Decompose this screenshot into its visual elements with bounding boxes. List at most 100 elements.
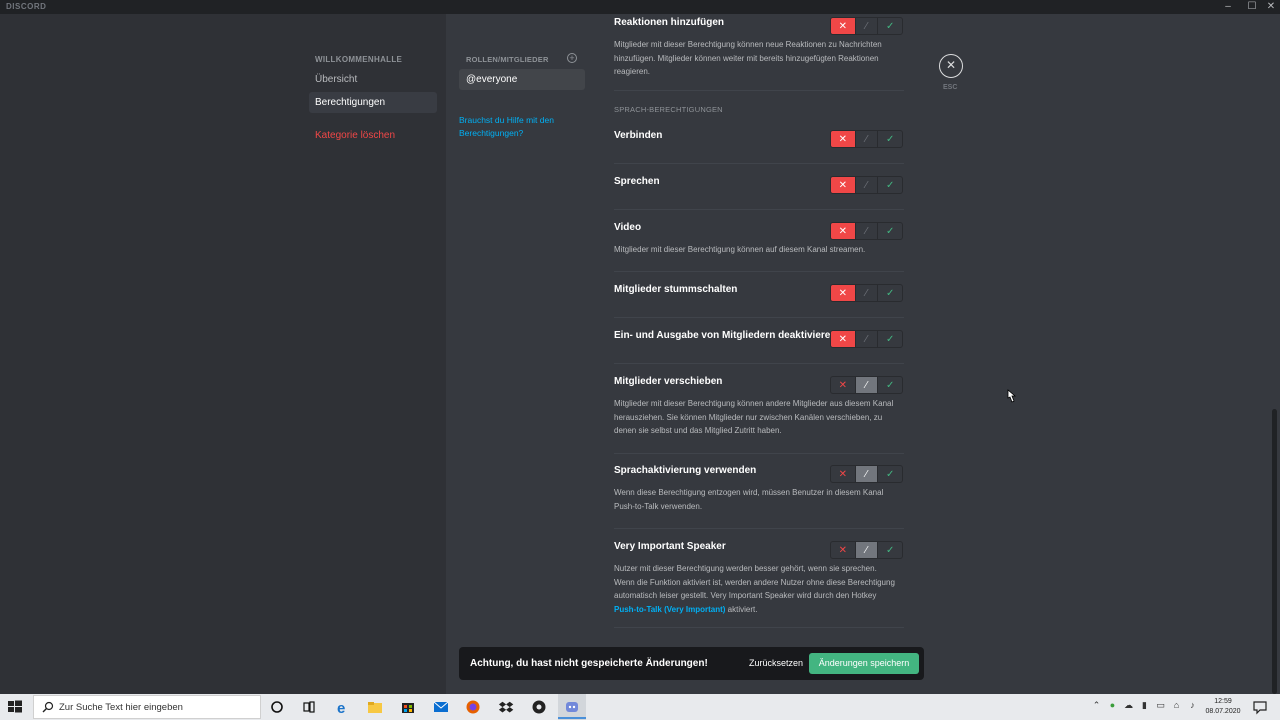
check-icon: ✓ <box>885 20 895 32</box>
reset-button[interactable]: Zurücksetzen <box>749 658 803 668</box>
permission-description: Mitglieder mit dieser Berechtigung könne… <box>614 245 866 254</box>
check-icon: ✓ <box>885 225 895 237</box>
deny-button[interactable]: ✕ <box>831 285 855 301</box>
neutral-button[interactable]: ⁄ <box>854 466 879 482</box>
minimize-button[interactable]: – <box>1219 0 1237 14</box>
deny-button[interactable]: ✕ <box>831 223 855 239</box>
close-icon: ✕ <box>838 179 848 191</box>
discord-icon[interactable] <box>564 699 580 715</box>
clock[interactable]: 12:59 08.07.2020 <box>1200 697 1246 717</box>
mouse-cursor <box>1007 389 1016 403</box>
search-icon <box>42 701 54 713</box>
slash-icon: ⁄ <box>865 468 868 480</box>
deny-button[interactable]: ✕ <box>831 377 855 393</box>
permission-title: Sprechen <box>614 176 660 187</box>
close-icon: ✕ <box>838 468 848 480</box>
maximize-button[interactable]: ☐ <box>1243 0 1261 14</box>
slash-icon: ⁄ <box>865 287 868 299</box>
allow-button[interactable]: ✓ <box>878 285 902 301</box>
check-icon: ✓ <box>885 179 895 191</box>
obs-icon[interactable] <box>531 699 547 715</box>
permission-toggle: ✕ ⁄ ✓ <box>830 541 903 559</box>
store-icon[interactable] <box>400 699 416 715</box>
task-view-icon[interactable] <box>301 699 317 715</box>
sidebar-item-overview[interactable]: Übersicht <box>309 69 437 90</box>
deny-button[interactable]: ✕ <box>831 18 855 34</box>
close-icon: ✕ <box>838 544 848 556</box>
taskbar-search[interactable]: Zur Suche Text hier eingeben <box>33 695 261 719</box>
close-icon: ✕ <box>838 20 848 32</box>
svg-text:e: e <box>337 700 345 715</box>
edge-icon[interactable]: e <box>335 699 351 715</box>
allow-button[interactable]: ✓ <box>878 131 902 147</box>
permission-toggle: ✕ ⁄ ✓ <box>830 330 903 348</box>
permission-description: Wenn diese Berechtigung entzogen wird, m… <box>614 488 884 511</box>
allow-button[interactable]: ✓ <box>878 542 902 558</box>
check-icon: ✓ <box>885 468 895 480</box>
notice-text: Achtung, du hast nicht gespeicherte Ände… <box>470 658 708 669</box>
notification-icon[interactable] <box>1252 699 1268 715</box>
permissions-panel: ROLLEN/MITGLIEDER + @everyone Brauchst d… <box>446 14 1280 694</box>
firefox-icon[interactable] <box>465 699 481 715</box>
sidebar-item-permissions[interactable]: Berechtigungen <box>309 92 437 113</box>
permission-description: Mitglieder mit dieser Berechtigung könne… <box>614 40 882 76</box>
window-close-button[interactable]: ✕ <box>1262 0 1280 14</box>
neutral-button[interactable]: ⁄ <box>854 377 879 393</box>
neutral-button[interactable]: ⁄ <box>854 177 879 193</box>
deny-button[interactable]: ✕ <box>831 131 855 147</box>
permission-toggle: ✕ ⁄ ✓ <box>830 465 903 483</box>
app-tray-icon[interactable]: ● <box>1107 700 1118 711</box>
time: 12:59 <box>1214 698 1232 705</box>
network-icon[interactable]: ⌂ <box>1171 700 1182 711</box>
mail-icon[interactable] <box>433 699 449 715</box>
permission-title: Very Important Speaker <box>614 541 726 552</box>
search-placeholder: Zur Suche Text hier eingeben <box>59 702 183 713</box>
battery-icon[interactable]: ▭ <box>1155 700 1166 711</box>
dropbox-icon[interactable] <box>498 699 514 715</box>
cortana-icon[interactable] <box>269 699 285 715</box>
deny-button[interactable]: ✕ <box>831 177 855 193</box>
allow-button[interactable]: ✓ <box>878 466 902 482</box>
save-changes-button[interactable]: Änderungen speichern <box>809 653 919 674</box>
permissions-help-link[interactable]: Brauchst du Hilfe mit den Berechtigungen… <box>459 114 579 140</box>
neutral-button[interactable]: ⁄ <box>854 131 879 147</box>
deny-button[interactable]: ✕ <box>831 331 855 347</box>
role-item-everyone[interactable]: @everyone <box>459 69 585 90</box>
permission-title: Mitglieder verschieben <box>614 376 723 387</box>
microphone-icon[interactable]: ▮ <box>1139 700 1150 711</box>
allow-button[interactable]: ✓ <box>878 223 902 239</box>
allow-button[interactable]: ✓ <box>878 18 902 34</box>
neutral-button[interactable]: ⁄ <box>854 542 879 558</box>
slash-icon: ⁄ <box>865 544 868 556</box>
permission-description: Nutzer mit dieser Berechtigung werden be… <box>614 562 899 616</box>
hotkey-link[interactable]: Push-to-Talk (Very Important) <box>614 605 725 614</box>
check-icon: ✓ <box>885 333 895 345</box>
neutral-button[interactable]: ⁄ <box>854 18 879 34</box>
scrollbar[interactable] <box>1272 409 1277 694</box>
neutral-button[interactable]: ⁄ <box>854 223 879 239</box>
divider <box>614 163 904 164</box>
chevron-up-icon[interactable]: ⌃ <box>1091 700 1102 711</box>
permission-toggle: ✕ ⁄ ✓ <box>830 376 903 394</box>
permission-title: Mitglieder stummschalten <box>614 284 738 295</box>
sidebar-item-delete-category[interactable]: Kategorie löschen <box>309 125 437 146</box>
close-settings-button[interactable]: ✕ <box>939 54 963 78</box>
cloud-icon[interactable]: ☁ <box>1123 700 1134 711</box>
neutral-button[interactable]: ⁄ <box>854 285 879 301</box>
deny-button[interactable]: ✕ <box>831 542 855 558</box>
divider <box>614 90 904 91</box>
allow-button[interactable]: ✓ <box>878 177 902 193</box>
add-circle-icon[interactable]: + <box>567 53 577 63</box>
deny-button[interactable]: ✕ <box>831 466 855 482</box>
allow-button[interactable]: ✓ <box>878 331 902 347</box>
windows-start-icon[interactable] <box>6 698 24 716</box>
close-icon: ✕ <box>838 379 848 391</box>
allow-button[interactable]: ✓ <box>878 377 902 393</box>
neutral-button[interactable]: ⁄ <box>854 331 879 347</box>
check-icon: ✓ <box>885 287 895 299</box>
close-icon: ✕ <box>838 225 848 237</box>
permission-toggle: ✕ ⁄ ✓ <box>830 130 903 148</box>
explorer-icon[interactable] <box>367 699 383 715</box>
volume-icon[interactable]: ♪ <box>1187 700 1198 711</box>
roles-header: ROLLEN/MITGLIEDER <box>466 55 549 64</box>
